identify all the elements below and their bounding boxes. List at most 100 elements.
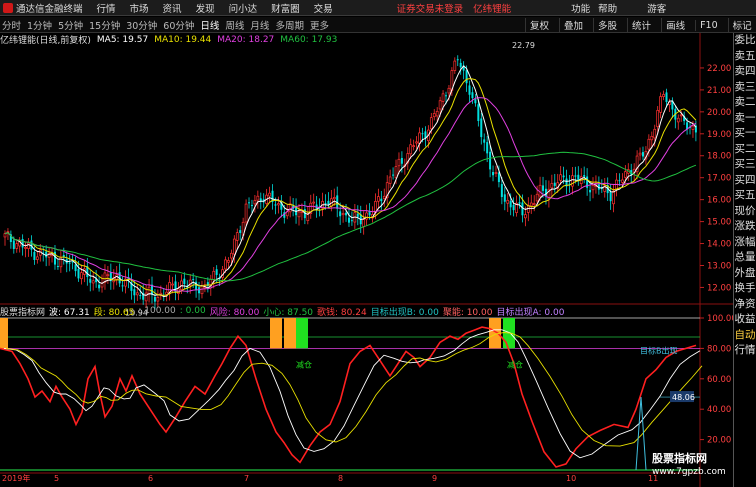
period-fenshi[interactable]: 分时 [2,18,21,32]
candle-body [397,158,401,167]
stock-brand: 亿纬锂能 [473,3,512,15]
candle-body [168,282,171,293]
nav-huanshou[interactable]: 换手 [734,281,756,297]
candle-body [388,176,392,184]
candle-body [641,152,644,157]
menu-youke[interactable]: 游客 [647,1,666,15]
candle-body [480,118,483,138]
menu-item-faxian[interactable]: 发现 [196,1,215,15]
menu-item-caifuquan[interactable]: 财富圈 [271,1,300,15]
login-warning[interactable]: 证券交易未登录 [397,1,464,15]
menu-item-hangqing[interactable]: 行情 [97,1,116,15]
fuquan-button[interactable]: 复权 [525,18,553,32]
nav-hangqing[interactable]: 行情 [734,343,756,359]
candle-body [244,203,248,223]
candle-body [432,113,436,118]
period-30min[interactable]: 30分钟 [126,18,157,32]
huaxian-button[interactable]: 画线 [661,18,689,32]
biaoji-button[interactable]: 标记 [727,18,756,32]
nav-zongliang[interactable]: 总量 [734,250,756,266]
period-60min[interactable]: 60分钟 [163,18,194,32]
period-month[interactable]: 月线 [250,18,269,32]
nav-maier[interactable]: 卖二 [734,95,756,111]
period-more[interactable]: 更多 [310,18,329,32]
nav-zhangfu[interactable]: 涨幅 [734,235,756,251]
nav-shouyi[interactable]: 收益 [734,312,756,328]
candle-body [394,166,398,179]
signal-bar [0,318,8,349]
nav-maiyi[interactable]: 卖一 [734,111,756,127]
candle-body [230,252,233,259]
app-title: 通达信金融终端 [16,3,83,15]
candle-body [312,201,316,204]
candle-body [529,202,533,207]
period-5min[interactable]: 5分钟 [58,18,83,32]
nav-waipan[interactable]: 外盘 [734,266,756,282]
nav-zhangdie[interactable]: 涨跌 [734,219,756,235]
candle-body [297,211,301,218]
chart-canvas[interactable]: 22.00 21.00 20.00 19.00 18.00 17.00 16.00 15.00… [0,33,733,487]
nav-maisan[interactable]: 卖三 [734,80,756,96]
period-15min[interactable]: 15分钟 [89,18,120,32]
indicator-name[interactable]: 股票指标网 [0,305,45,318]
duan-value: 段: 80.65 [93,307,135,318]
candle-body [12,240,15,250]
nav-zidong[interactable]: 自动 [734,328,756,344]
sub-tick-label: 40.00 [707,405,731,415]
candle-body [224,259,227,270]
period-day[interactable]: 日线 [200,18,219,32]
diejia-button[interactable]: 叠加 [559,18,587,32]
nav-maisi[interactable]: 卖四 [734,64,756,80]
nav-xianjia[interactable]: 现价 [734,204,756,220]
candle-body [489,151,492,170]
ma5-line [4,65,697,298]
candle-body [27,242,30,249]
signal-bar [284,318,296,349]
candle-body [589,189,592,193]
candle-body [139,295,142,297]
candle-body [441,93,445,102]
f10-button[interactable]: F10 [695,19,722,31]
candle-body [656,110,660,128]
indicator-white-line [3,329,701,459]
candle-body [156,296,160,302]
candle-body [68,262,71,264]
nav-buywu[interactable]: 买五 [734,188,756,204]
nav-jingzi[interactable]: 净资 [734,297,756,313]
duogu-button[interactable]: 多股 [593,18,621,32]
period-multi[interactable]: 多周期 [275,18,304,32]
candle-body [21,238,24,248]
candle-body [192,278,195,280]
candle-body [486,142,489,154]
candle-body [494,172,498,174]
date-label: 2019年 [2,473,30,483]
period-week[interactable]: 周线 [225,18,244,32]
tongji-button[interactable]: 统计 [627,18,655,32]
menu-item-zixun[interactable]: 资讯 [163,1,182,15]
menu-gongneng[interactable]: 功能 [571,1,590,15]
menu-item-shichang[interactable]: 市场 [130,1,149,15]
nav-buysan[interactable]: 买三 [734,157,756,173]
menu-bangzhu[interactable]: 帮助 [598,1,617,15]
candle-body [133,289,136,296]
candle-body [368,211,371,216]
candle-body [583,175,586,177]
price-tick-label: 16.00 [707,196,731,206]
candle-body [80,272,83,280]
menu-item-jiaoyi[interactable]: 交易 [314,1,333,15]
nav-buysi[interactable]: 买四 [734,173,756,189]
candle-body [248,202,251,204]
nav-maiwu[interactable]: 卖五 [734,49,756,65]
candle-body [550,183,554,189]
candle-body [638,152,642,156]
nav-buyer[interactable]: 买二 [734,142,756,158]
candle-body [339,211,342,217]
menu-item-wenxiaoda[interactable]: 问小达 [229,1,258,15]
nav-weibi[interactable]: 委比 [734,33,756,49]
signal-bar [296,318,308,349]
candle-body [347,217,350,223]
candle-body [665,92,668,102]
period-1min[interactable]: 1分钟 [27,18,52,32]
candle-body [121,285,124,287]
nav-buyi[interactable]: 买一 [734,126,756,142]
